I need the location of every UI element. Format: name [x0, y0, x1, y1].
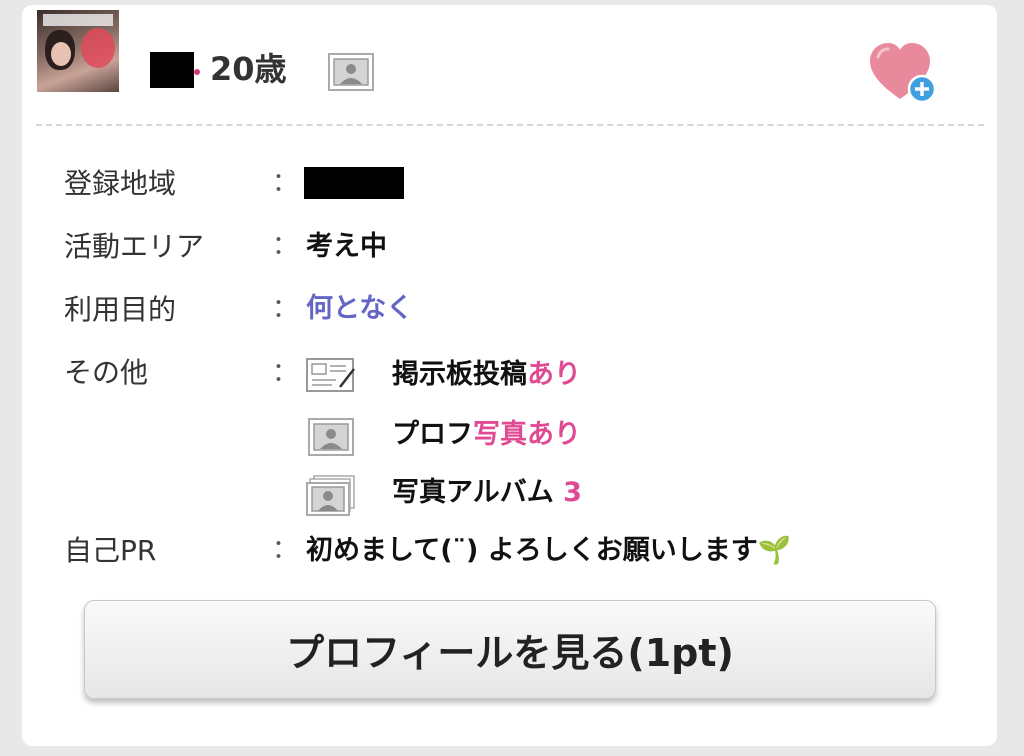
- bulletin-post-status: 掲示板投稿あり: [392, 359, 581, 390]
- redacted-name: [150, 52, 194, 88]
- colon: ：: [272, 231, 299, 261]
- profile-photo-icon: [308, 418, 354, 456]
- bulletin-board-icon: [306, 358, 355, 392]
- view-profile-button[interactable]: プロフィールを見る(1pt): [84, 600, 936, 699]
- purpose-value: 何となく: [306, 293, 414, 324]
- other-label: その他: [64, 356, 149, 389]
- purpose-label: 利用目的: [64, 293, 177, 326]
- name-marker: [194, 69, 200, 75]
- colon: ：: [272, 358, 299, 388]
- profile-photo-status: プロフ写真あり: [392, 419, 581, 450]
- age: 20歳: [210, 50, 287, 88]
- activity-area-value: 考え中: [306, 231, 387, 262]
- divider: [36, 124, 984, 126]
- redacted-region: [304, 167, 404, 199]
- colon: ：: [272, 168, 299, 198]
- photo-album-icon: [306, 475, 355, 516]
- colon: ：: [272, 294, 299, 324]
- activity-area-label: 活動エリア: [64, 230, 205, 263]
- avatar[interactable]: [37, 10, 119, 92]
- profile-card: 20歳 登録地域 ： 活動エリア ： 考え中 利用目的 ： 何となく その他 ：…: [22, 5, 997, 746]
- self-pr-label: 自己PR: [64, 534, 157, 567]
- photo-album-status[interactable]: 写真アルバム 3: [392, 473, 582, 513]
- profile-photo-icon: [328, 53, 374, 91]
- region-label: 登録地域: [64, 167, 177, 200]
- self-pr-value: 初めまして(¨) よろしくお願いします🌱: [306, 535, 792, 566]
- colon: ：: [272, 535, 299, 565]
- heart-plus-icon[interactable]: [868, 41, 938, 105]
